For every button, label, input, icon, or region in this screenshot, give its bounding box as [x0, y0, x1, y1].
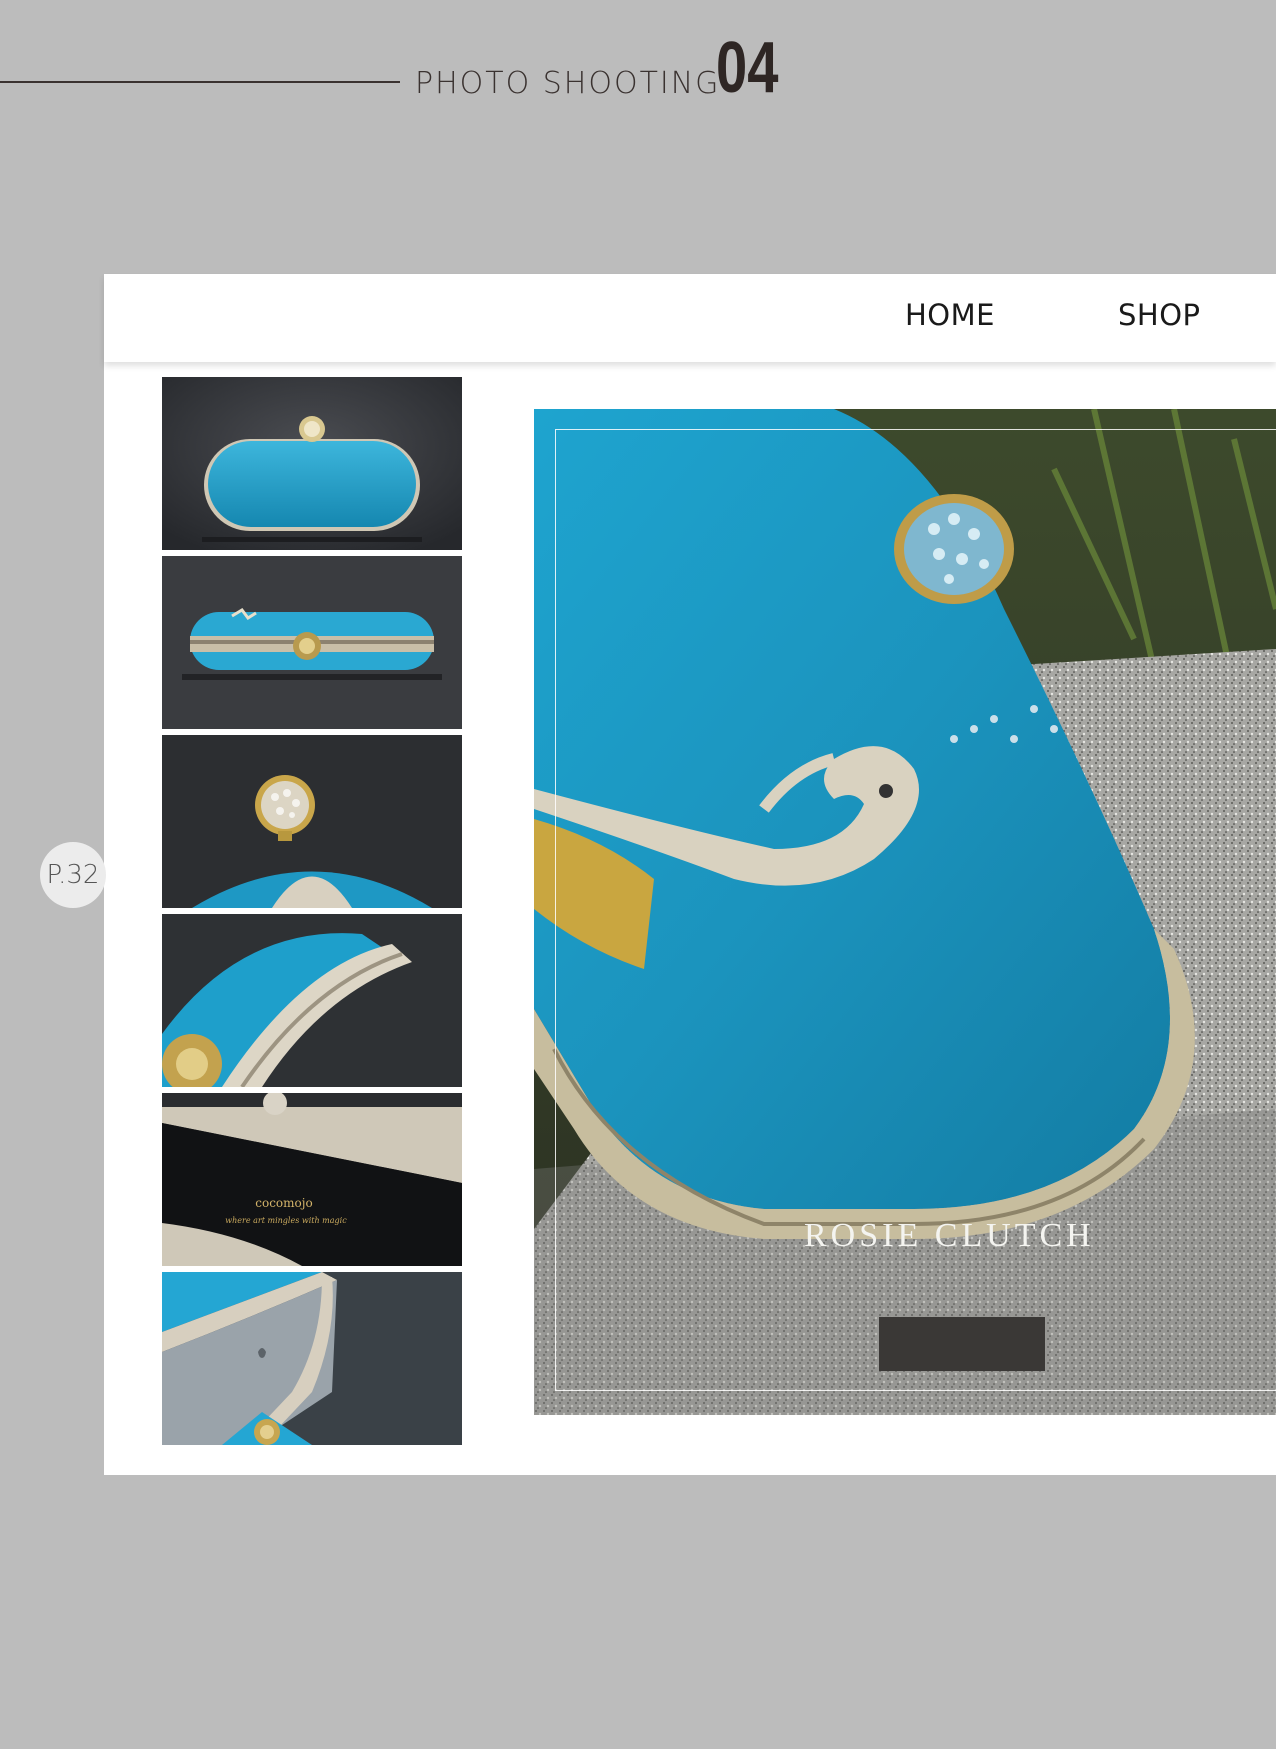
brand-logo: cocomojo	[255, 1196, 312, 1210]
thumbnail-phone-inside[interactable]	[162, 1272, 462, 1445]
hero-button[interactable]	[879, 1317, 1045, 1371]
hero-title: ROSIE CLUTCH	[804, 1217, 1095, 1254]
page-number-badge: P.32	[40, 842, 106, 908]
thumbnail-side-view[interactable]	[162, 556, 462, 729]
thumbnail-frame-closeup[interactable]	[162, 914, 462, 1087]
navbar: HOME SHOP	[104, 274, 1276, 362]
nav-shop-link[interactable]: SHOP	[1118, 298, 1201, 332]
thumbnail-clasp-closeup[interactable]	[162, 735, 462, 908]
thumbnail-front-view[interactable]	[162, 377, 462, 550]
thumbnail-interior-lining[interactable]: cocomojo where art mingles with magic	[162, 1093, 462, 1266]
brand-tagline: where art mingles with magic	[225, 1216, 347, 1225]
nav-home-link[interactable]: HOME	[905, 298, 995, 332]
section-number: 04	[716, 28, 779, 108]
website-mockup: HOME SHOP cocomojo where art mingles wit…	[104, 274, 1276, 1475]
section-title: PHOTO SHOOTING	[415, 66, 721, 101]
header-rule	[0, 81, 400, 83]
hero-image: ROSIE CLUTCH	[534, 409, 1276, 1415]
